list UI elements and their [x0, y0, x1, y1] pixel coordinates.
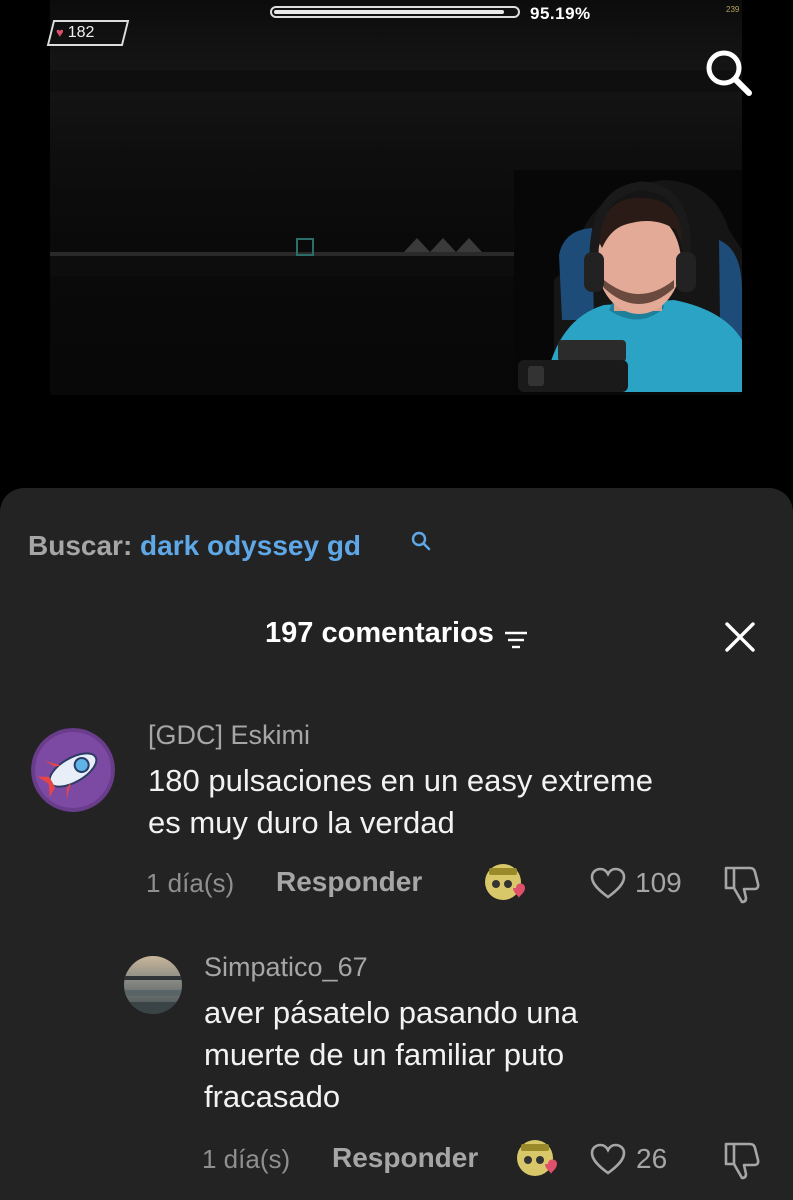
comment-text-line: aver pásatelo pasando una	[204, 995, 579, 1030]
beach-photo	[124, 956, 182, 1014]
close-icon[interactable]	[724, 621, 756, 653]
related-search[interactable]: Buscar: dark odyssey gd	[28, 530, 361, 562]
heart-icon[interactable]	[589, 866, 627, 900]
comments-header: 197 comentarios	[0, 617, 793, 650]
avatar[interactable]	[31, 728, 115, 812]
player-cube	[296, 238, 314, 256]
dislike-icon[interactable]	[720, 1140, 762, 1180]
game-ceiling	[50, 70, 742, 92]
hp-readout: ♥ 182	[56, 24, 94, 42]
comment-text-line: 180 pulsaciones en un easy extreme	[148, 763, 653, 798]
like-count: 26	[636, 1143, 668, 1174]
comment-text-line: es muy duro la verdad	[148, 805, 455, 840]
comment-date: 1 día(s)	[202, 1144, 291, 1174]
search-icon[interactable]	[410, 530, 432, 552]
level-progress-bar	[270, 6, 520, 18]
comment-count: 197 comentarios	[265, 617, 494, 649]
heart-icon[interactable]	[589, 1142, 627, 1176]
like-count: 109	[635, 867, 682, 898]
search-term-link[interactable]: dark odyssey gd	[140, 530, 361, 561]
hp-value: 182	[67, 24, 95, 41]
fps-readout: 239	[726, 5, 740, 14]
dislike-icon[interactable]	[720, 864, 762, 904]
sort-icon[interactable]	[504, 625, 528, 649]
video-player[interactable]: ♥ 182 95.19% 239	[0, 0, 793, 500]
comment-text: aver pásatelo pasando una muerte de un f…	[204, 992, 578, 1118]
spike	[430, 238, 456, 252]
comment-text-line: muerte de un familiar puto	[204, 1037, 565, 1072]
reply-button[interactable]: Responder	[276, 866, 422, 898]
level-progress-fill	[274, 10, 504, 14]
creator-liked-badge	[483, 862, 529, 902]
avatar[interactable]	[124, 956, 182, 1014]
comment-username[interactable]: Simpatico_67	[204, 952, 368, 983]
comment-text: 180 pulsaciones en un easy extreme es mu…	[148, 760, 653, 844]
creator-liked-badge	[515, 1138, 561, 1178]
level-progress-percent: 95.19%	[530, 4, 591, 23]
heart-icon: ♥	[56, 25, 64, 40]
comment-username[interactable]: [GDC] Eskimi	[148, 720, 310, 751]
search-icon[interactable]	[700, 44, 756, 100]
spike	[456, 238, 482, 252]
reply-button[interactable]: Responder	[332, 1142, 478, 1174]
comment-date: 1 día(s)	[146, 868, 235, 898]
streamer-webcam	[514, 170, 742, 392]
search-label: Buscar:	[28, 530, 133, 561]
rocket-icon	[31, 728, 115, 812]
spike	[404, 238, 430, 252]
comment-text-line: fracasado	[204, 1079, 341, 1114]
